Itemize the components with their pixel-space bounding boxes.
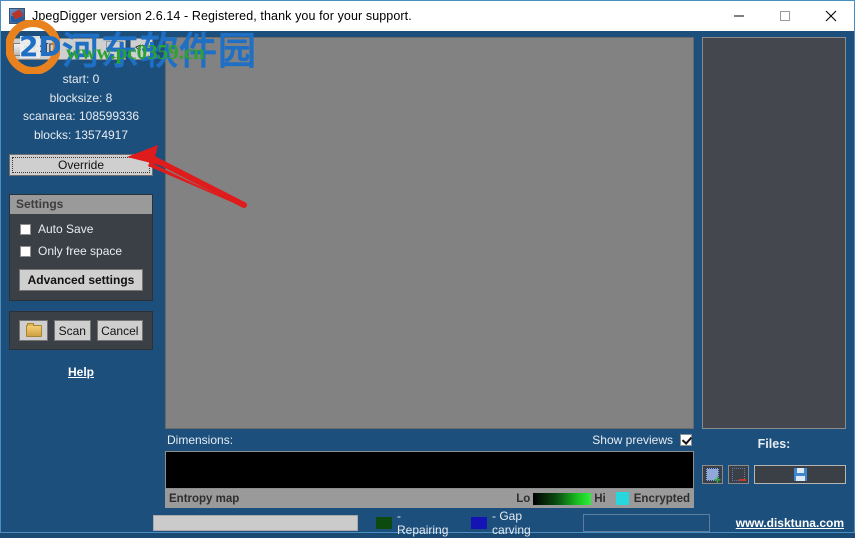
main-content: c: [D] <> start: 0 blocksize: 8 scanarea… xyxy=(1,31,854,508)
entropy-low-label: Lo xyxy=(516,492,531,505)
dimensions-row: Dimensions: Show previews xyxy=(165,429,694,451)
entropy-gradient xyxy=(533,492,592,505)
checkbox-only-free-space-label: Only free space xyxy=(38,244,123,258)
drive-icon xyxy=(13,42,29,56)
drive-select[interactable]: c: [D] xyxy=(9,38,126,60)
gap-carving-color-swatch xyxy=(471,517,488,529)
checkbox-only-free-space-box[interactable] xyxy=(20,245,31,257)
chevron-down-icon[interactable] xyxy=(106,41,123,58)
status-text-field[interactable] xyxy=(582,514,710,532)
select-none-icon xyxy=(732,468,746,481)
maximize-button[interactable] xyxy=(762,1,808,31)
website-link[interactable]: www.disktuna.com xyxy=(736,516,844,530)
app-window: JpegDigger version 2.6.14 - Registered, … xyxy=(0,0,855,537)
center-panel: Dimensions: Show previews Entropy map Lo… xyxy=(165,31,694,508)
checkbox-auto-save[interactable]: Auto Save xyxy=(20,222,152,236)
progress-bar xyxy=(153,515,358,531)
checkbox-auto-save-box[interactable] xyxy=(20,223,31,235)
floppy-save-icon xyxy=(793,468,807,481)
file-list[interactable] xyxy=(702,37,846,429)
override-button[interactable]: Override xyxy=(9,154,153,176)
window-controls xyxy=(716,1,854,31)
encrypted-label: Encrypted xyxy=(633,492,690,505)
entropy-map-label: Entropy map xyxy=(169,492,240,505)
files-label: Files: xyxy=(757,437,791,451)
repairing-color-swatch xyxy=(376,517,392,529)
jpegdigger-icon xyxy=(9,8,25,24)
select-none-button[interactable] xyxy=(728,465,749,484)
override-button-label: Override xyxy=(12,157,150,173)
stat-blocksize: blocksize: 8 xyxy=(49,90,113,105)
show-previews-checkbox[interactable] xyxy=(680,434,692,446)
minimize-button[interactable] xyxy=(716,1,762,31)
file-action-row xyxy=(702,465,846,486)
drive-selected-label: c: [D] xyxy=(33,43,60,55)
scan-stats: start: 0 blocksize: 8 scanarea: 10859933… xyxy=(1,70,161,144)
status-bar: - Repairing - Gap carving www.disktuna.c… xyxy=(1,508,854,538)
window-title: JpegDigger version 2.6.14 - Registered, … xyxy=(32,9,412,23)
show-previews-label: Show previews xyxy=(592,433,673,447)
right-panel: Files: xyxy=(694,31,854,508)
stat-blocks: blocks: 13574917 xyxy=(33,127,129,142)
close-button[interactable] xyxy=(808,1,854,31)
help-link[interactable]: Help xyxy=(1,365,161,379)
stat-scanarea: scanarea: 108599336 xyxy=(22,109,140,123)
encrypted-color-swatch xyxy=(615,492,629,505)
stat-start: start: 0 xyxy=(62,72,100,86)
drive-selector-row: c: [D] <> xyxy=(9,38,153,60)
entropy-legend: Entropy map Lo Hi Encrypted xyxy=(165,489,694,508)
select-all-icon xyxy=(706,468,721,486)
folder-icon xyxy=(25,322,42,337)
title-bar: JpegDigger version 2.6.14 - Registered, … xyxy=(1,1,854,31)
entropy-high-label: Hi xyxy=(594,492,606,505)
checkbox-only-free-space[interactable]: Only free space xyxy=(20,244,152,258)
advanced-settings-button[interactable]: Advanced settings xyxy=(19,269,143,291)
dimensions-label: Dimensions: xyxy=(167,433,234,447)
save-files-button[interactable] xyxy=(754,465,846,484)
code-button[interactable]: <> xyxy=(130,38,153,60)
entropy-map[interactable] xyxy=(165,451,694,489)
preview-area[interactable] xyxy=(165,37,694,429)
left-panel: c: [D] <> start: 0 blocksize: 8 scanarea… xyxy=(1,31,161,508)
settings-group: Settings Auto Save Only free space Advan… xyxy=(9,194,153,301)
checkbox-auto-save-label: Auto Save xyxy=(38,222,94,236)
settings-group-title: Settings xyxy=(10,195,152,214)
scan-button[interactable]: Scan xyxy=(54,320,91,341)
action-button-group: Scan Cancel xyxy=(9,311,153,350)
cancel-button[interactable]: Cancel xyxy=(96,320,143,341)
open-folder-button[interactable] xyxy=(19,320,48,341)
select-all-button[interactable] xyxy=(702,465,723,486)
